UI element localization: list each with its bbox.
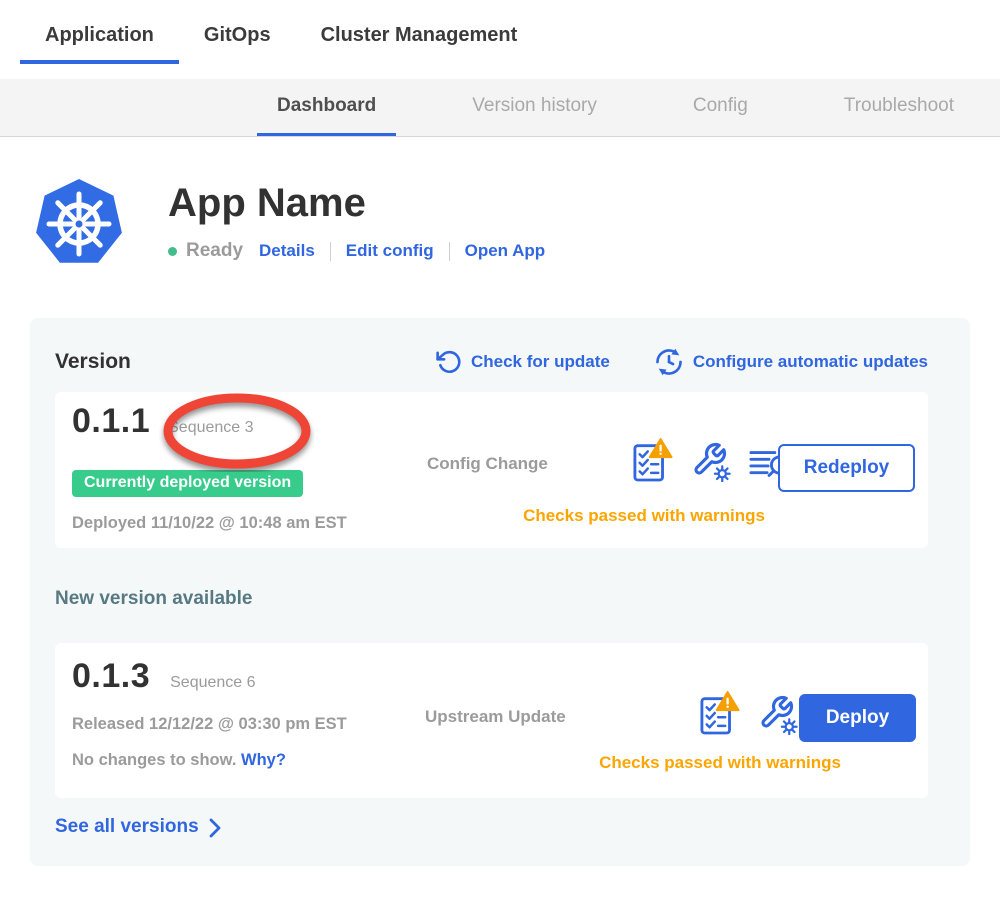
status-dot-icon bbox=[168, 247, 177, 256]
primary-nav: Application GitOps Cluster Management bbox=[0, 0, 1000, 79]
tab-application[interactable]: Application bbox=[20, 24, 179, 64]
open-app-link[interactable]: Open App bbox=[465, 241, 546, 261]
configure-automatic-updates-link[interactable]: Configure automatic updates bbox=[654, 347, 928, 377]
tab-dashboard[interactable]: Dashboard bbox=[257, 79, 396, 136]
tab-gitops[interactable]: GitOps bbox=[179, 24, 296, 64]
checks-status-text: Checks passed with warnings bbox=[504, 506, 784, 526]
no-changes-label: No changes to show. bbox=[72, 751, 236, 769]
status-badge: Ready bbox=[186, 240, 243, 262]
version-heading: Version bbox=[55, 350, 131, 374]
current-source-label: Config Change bbox=[427, 454, 548, 474]
why-link[interactable]: Why? bbox=[241, 751, 286, 769]
check-for-update-link[interactable]: Check for update bbox=[436, 349, 610, 375]
new-sequence-label: Sequence 6 bbox=[170, 674, 255, 692]
tab-troubleshoot[interactable]: Troubleshoot bbox=[824, 79, 974, 136]
tab-cluster-management[interactable]: Cluster Management bbox=[296, 24, 543, 64]
page-title: App Name bbox=[168, 180, 545, 226]
config-wrench-icon[interactable] bbox=[757, 693, 799, 735]
current-version-number: 0.1.1 bbox=[72, 402, 150, 441]
chevron-right-icon bbox=[208, 818, 222, 838]
new-version-number: 0.1.3 bbox=[72, 657, 150, 696]
tab-config[interactable]: Config bbox=[673, 79, 768, 136]
checks-status-text: Checks passed with warnings bbox=[580, 753, 860, 773]
details-link[interactable]: Details bbox=[259, 241, 315, 261]
secondary-nav: Dashboard Version history Config Trouble… bbox=[0, 79, 1000, 137]
config-wrench-icon[interactable] bbox=[690, 440, 732, 482]
kubernetes-logo bbox=[35, 178, 123, 266]
no-changes-text: No changes to show. Why? bbox=[72, 751, 286, 770]
edit-config-link[interactable]: Edit config bbox=[346, 241, 434, 261]
new-version-card: 0.1.3 Sequence 6 Released 12/12/22 @ 03:… bbox=[55, 643, 928, 798]
current-sequence-label: Sequence 3 bbox=[168, 419, 253, 437]
version-panel: Version Check for update Configure autom… bbox=[30, 318, 970, 866]
see-all-versions-link[interactable]: See all versions bbox=[55, 816, 928, 838]
preflight-checks-warning-icon[interactable] bbox=[700, 691, 740, 735]
deploy-button[interactable]: Deploy bbox=[799, 694, 916, 742]
new-version-heading: New version available bbox=[55, 588, 928, 610]
current-version-card: 0.1.1 Sequence 3 Currently deployed vers… bbox=[55, 392, 928, 548]
redeploy-button[interactable]: Redeploy bbox=[778, 444, 915, 492]
separator bbox=[330, 242, 331, 261]
currently-deployed-badge: Currently deployed version bbox=[72, 470, 303, 497]
preflight-checks-warning-icon[interactable] bbox=[633, 438, 673, 482]
clock-refresh-icon bbox=[654, 347, 684, 377]
deployed-timestamp: Deployed 11/10/22 @ 10:48 am EST bbox=[72, 514, 347, 533]
refresh-icon bbox=[436, 349, 462, 375]
new-source-label: Upstream Update bbox=[425, 707, 566, 727]
app-header: App Name Ready Details Edit config Open … bbox=[0, 137, 1000, 266]
configure-automatic-updates-label: Configure automatic updates bbox=[693, 352, 928, 372]
see-all-versions-label: See all versions bbox=[55, 816, 199, 838]
tab-version-history[interactable]: Version history bbox=[452, 79, 617, 136]
released-timestamp: Released 12/12/22 @ 03:30 pm EST bbox=[72, 715, 347, 734]
separator bbox=[449, 242, 450, 261]
check-for-update-label: Check for update bbox=[471, 352, 610, 372]
